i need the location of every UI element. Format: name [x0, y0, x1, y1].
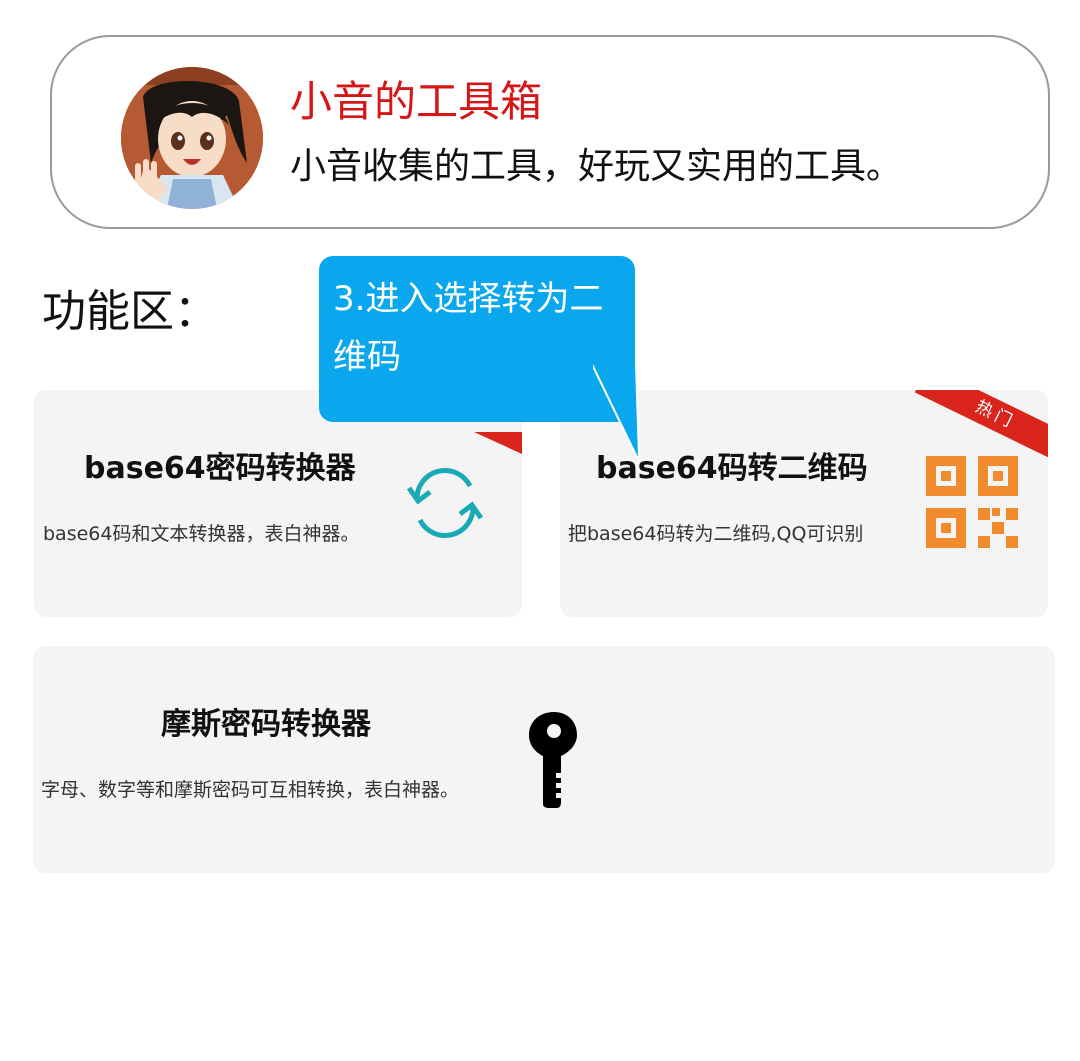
tooltip-pointer: [593, 364, 640, 458]
card-description: base64码和文本转换器，表白神器。: [43, 523, 360, 545]
hot-badge: 热门: [914, 390, 1048, 465]
header-card: 小音的工具箱 小音收集的工具，好玩又实用的工具。: [50, 35, 1050, 229]
card-title: 摩斯密码转换器: [161, 707, 371, 742]
qr-code-icon: [926, 456, 1018, 548]
avatar-image: [121, 67, 263, 209]
card-description: 字母、数字等和摩斯密码可互相转换，表白神器。: [41, 779, 460, 801]
app-subtitle: 小音收集的工具，好玩又实用的工具。: [290, 146, 903, 187]
tool-card-morse-converter[interactable]: 摩斯密码转换器 字母、数字等和摩斯密码可互相转换，表白神器。: [33, 646, 1055, 873]
section-title: 功能区：: [42, 286, 218, 337]
hot-ribbon-corner: [474, 432, 522, 454]
card-title: base64密码转换器: [84, 451, 356, 486]
key-icon: [529, 712, 577, 808]
app-title: 小音的工具箱: [290, 77, 543, 126]
refresh-icon: [406, 468, 484, 538]
card-description: 把base64码转为二维码,QQ可识别: [568, 523, 864, 545]
avatar: [121, 67, 263, 209]
tool-card-base64-converter[interactable]: base64密码转换器 base64码和文本转换器，表白神器。: [34, 390, 522, 617]
tutorial-tooltip: 3.进入选择转为二维码: [319, 256, 635, 422]
